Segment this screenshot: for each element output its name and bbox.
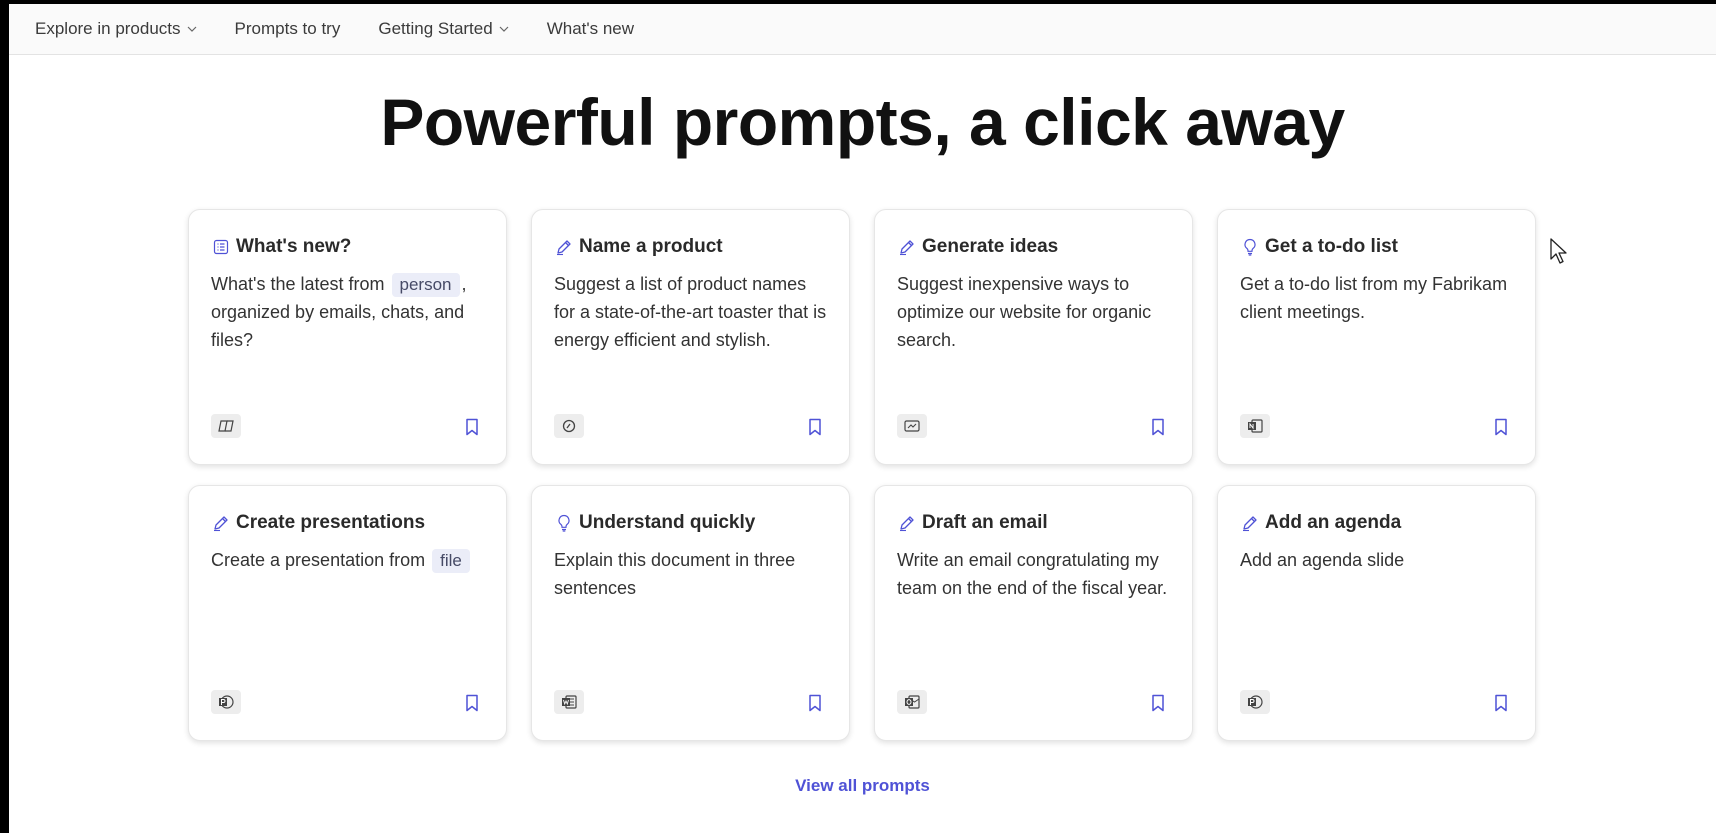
prompt-card[interactable]: Get a to-do list Get a to-do list from my… — [1217, 209, 1536, 465]
prompt-card-body: Add an agenda slide — [1240, 546, 1513, 574]
prompt-card-title: Understand quickly — [554, 512, 827, 534]
list-icon — [211, 238, 230, 257]
whiteboard-icon — [897, 414, 927, 438]
prompt-text: Explain this document in three sentences — [554, 550, 796, 598]
prompt-text: Suggest inexpensive ways to optimize our… — [897, 274, 1152, 350]
page-title: Powerful prompts, a click away — [380, 85, 1345, 159]
prompt-text: Add an agenda slide — [1240, 550, 1405, 570]
prompt-card[interactable]: Name a product Suggest a list of product … — [531, 209, 850, 465]
bookmark-icon[interactable] — [806, 417, 824, 437]
prompt-card-body: Create a presentation from file — [211, 546, 484, 574]
prompt-card[interactable]: Create presentations Create a presentatio… — [188, 485, 507, 741]
prompt-card-title: Add an agenda — [1240, 512, 1513, 534]
word-icon — [554, 690, 584, 714]
bookmark-icon[interactable] — [1149, 417, 1167, 437]
bookmark-icon[interactable] — [463, 417, 481, 437]
prompt-card-title: Draft an email — [897, 512, 1170, 534]
prompt-text: Get a to-do list from my Fabrikam client… — [1240, 274, 1508, 322]
prompt-card-body: What's the latest from person, organized… — [211, 270, 484, 354]
prompt-card-title-text: Understand quickly — [579, 512, 756, 533]
prompt-card-body: Suggest a list of product names for a st… — [554, 270, 827, 354]
prompt-text: What's the latest from — [211, 274, 385, 294]
bookmark-icon[interactable] — [1149, 693, 1167, 713]
lightbulb-icon — [1240, 238, 1259, 257]
prompt-placeholder-chip[interactable]: file — [432, 549, 470, 573]
pen-icon — [897, 514, 916, 533]
nav-item-label: Getting Started — [378, 19, 493, 38]
nav-item-explore-in-products[interactable]: Explore in products — [35, 19, 197, 39]
nav-item-whats-new[interactable]: What's new — [547, 19, 634, 39]
outlook-icon — [897, 690, 927, 714]
bookmark-icon[interactable] — [1492, 693, 1510, 713]
prompt-text: Create a presentation from — [211, 550, 426, 570]
chevron-down-icon — [187, 24, 197, 34]
prompt-card[interactable]: Add an agenda Add an agenda slide — [1217, 485, 1536, 741]
prompt-card-title: Name a product — [554, 236, 827, 258]
bookmark-icon[interactable] — [806, 693, 824, 713]
prompt-card-title: What's new? — [211, 236, 484, 258]
prompt-card-title: Get a to-do list — [1240, 236, 1513, 258]
nav-item-label: Explore in products — [35, 19, 181, 38]
prompt-card-title-text: Add an agenda — [1265, 512, 1402, 533]
prompt-card-body: Explain this document in three sentences — [554, 546, 827, 602]
prompt-text: Suggest a list of product names for a st… — [554, 274, 827, 350]
page: Explore in products Prompts to try Getti… — [9, 4, 1716, 833]
prompt-card-body: Suggest inexpensive ways to optimize our… — [897, 270, 1170, 354]
onenote-icon — [1240, 414, 1270, 438]
chevron-down-icon — [499, 24, 509, 34]
prompt-card-title-text: Create presentations — [236, 512, 426, 533]
prompt-card-title-text: Name a product — [579, 236, 723, 257]
loop-icon — [554, 414, 584, 438]
pen-icon — [1240, 514, 1259, 533]
prompt-card[interactable]: What's new? What's the latest from person… — [188, 209, 507, 465]
mouse-cursor-icon — [1550, 238, 1570, 269]
nav-item-label: Prompts to try — [234, 19, 341, 38]
prompt-card-title: Create presentations — [211, 512, 484, 534]
bookmark-icon[interactable] — [1492, 417, 1510, 437]
nav-item-prompts-to-try[interactable]: Prompts to try — [235, 19, 341, 39]
prompt-card-title-text: What's new? — [236, 236, 352, 257]
nav-item-getting-started[interactable]: Getting Started — [378, 19, 509, 39]
prompt-card-title-text: Get a to-do list — [1265, 236, 1398, 257]
copilot-icon — [211, 414, 241, 438]
pen-icon — [554, 238, 573, 257]
bookmark-icon[interactable] — [463, 693, 481, 713]
prompt-placeholder-chip[interactable]: person — [391, 273, 460, 297]
prompt-grid: What's new? What's the latest from person… — [188, 209, 1536, 741]
powerpoint-icon — [1240, 690, 1270, 714]
prompt-card-title-text: Draft an email — [922, 512, 1048, 533]
prompt-card-body: Get a to-do list from my Fabrikam client… — [1240, 270, 1513, 326]
prompt-card[interactable]: Generate ideas Suggest inexpensive ways t… — [874, 209, 1193, 465]
prompt-card-body: Write an email congratulating my team on… — [897, 546, 1170, 602]
lightbulb-icon — [554, 514, 573, 533]
view-all-prompts-link[interactable]: View all prompts — [9, 776, 1716, 796]
nav-item-label: What's new — [546, 19, 635, 38]
prompt-card[interactable]: Understand quickly Explain this document … — [531, 485, 850, 741]
prompt-text: Write an email congratulating my team on… — [897, 550, 1168, 598]
prompt-card-title: Generate ideas — [897, 236, 1170, 258]
prompt-card-title-text: Generate ideas — [922, 236, 1059, 257]
powerpoint-icon — [211, 690, 241, 714]
top-nav: Explore in products Prompts to try Getti… — [9, 4, 1716, 55]
pen-icon — [211, 514, 230, 533]
prompt-card[interactable]: Draft an email Write an email congratulat… — [874, 485, 1193, 741]
pen-icon — [897, 238, 916, 257]
